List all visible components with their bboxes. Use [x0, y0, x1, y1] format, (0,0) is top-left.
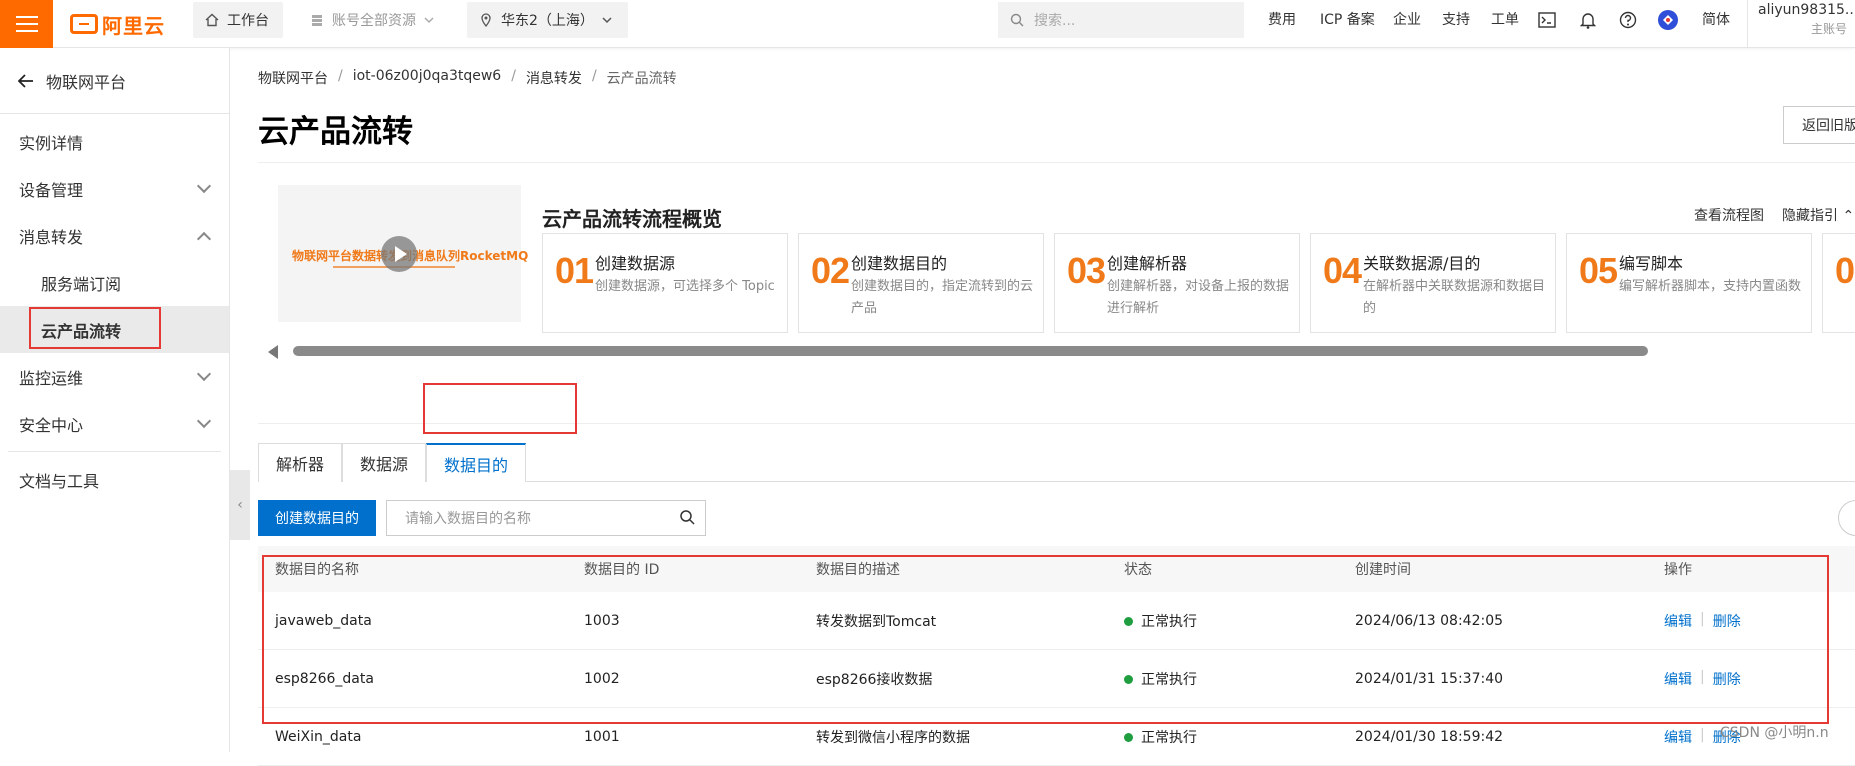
highlight-box-sidebar — [29, 307, 161, 349]
step-card: 01 创建数据源 创建数据源，可选择多个 Topic — [542, 233, 788, 333]
edit-link[interactable]: 编辑 — [1664, 727, 1692, 747]
sidebar-item-message-forwarding[interactable]: 消息转发 — [0, 212, 229, 259]
arrow-left-icon — [18, 73, 33, 88]
breadcrumb-separator: / — [591, 68, 597, 84]
terminal-icon[interactable] — [1536, 9, 1558, 31]
create-destination-button[interactable]: 创建数据目的 — [258, 500, 376, 536]
chevron-up-icon — [196, 231, 212, 246]
resource-icon — [312, 15, 322, 26]
hide-guide-toggle[interactable]: 隐藏指引 ⌃ — [1782, 205, 1854, 225]
chevron-left-icon: ‹ — [237, 497, 243, 513]
horizontal-scrollbar[interactable] — [268, 344, 1855, 359]
destination-name: WeiXin_data — [275, 728, 362, 745]
bell-icon[interactable] — [1577, 9, 1599, 31]
help-icon[interactable] — [1617, 9, 1639, 31]
sidebar-item-security-center[interactable]: 安全中心 — [0, 400, 229, 447]
sidebar-item-docs-tools[interactable]: 文档与工具 — [0, 456, 229, 503]
scroll-left-arrow-icon[interactable] — [268, 345, 278, 359]
chevron-down-icon — [196, 366, 212, 381]
tab-bar: 解析器 数据源 数据目的 — [258, 443, 1855, 482]
destination-search-input[interactable]: 请输入数据目的名称 — [386, 500, 706, 536]
chevron-down-icon — [196, 178, 212, 193]
chevron-down-icon — [602, 17, 612, 24]
play-icon[interactable] — [381, 236, 417, 272]
breadcrumb-item[interactable]: 消息转发 — [526, 68, 582, 88]
breadcrumb-separator: / — [511, 68, 516, 84]
chevron-down-icon — [424, 17, 434, 24]
action-divider: | — [1700, 726, 1705, 743]
step-card: 0 — [1822, 233, 1855, 333]
link-billing[interactable]: 费用 — [1268, 0, 1296, 40]
top-navbar: 阿里云 工作台 账号全部资源 华东2（上海） 搜索... 费用 ICP 备案 企… — [0, 0, 1855, 48]
destination-id: 1001 — [584, 728, 620, 745]
tab-data-source[interactable]: 数据源 — [342, 443, 426, 482]
tab-data-destination[interactable]: 数据目的 — [426, 443, 526, 482]
back-to-old-version-button[interactable]: 返回旧版 — [1783, 106, 1855, 144]
link-support[interactable]: 支持 — [1442, 0, 1470, 40]
link-icp[interactable]: ICP 备案 — [1320, 0, 1375, 40]
view-flowchart-link[interactable]: 查看流程图 — [1694, 205, 1764, 225]
sidebar: 物联网平台 实例详情 设备管理 消息转发 服务端订阅 云产品流转 监控运维 安全… — [0, 48, 230, 752]
destination-desc: 转发到微信小程序的数据 — [816, 729, 970, 746]
region-selector[interactable]: 华东2（上海） — [467, 2, 628, 38]
sidebar-divider — [8, 451, 221, 452]
refresh-icon[interactable] — [1838, 500, 1855, 536]
table-toolbar: 创建数据目的 请输入数据目的名称 — [258, 500, 1855, 536]
workbench-button[interactable]: 工作台 — [193, 2, 283, 38]
sidebar-item-monitoring[interactable]: 监控运维 — [0, 353, 229, 400]
watermark: CSDN @小明n.n — [1720, 725, 1829, 741]
breadcrumb-item[interactable]: iot-06z00j0qa3tqew6 — [353, 68, 502, 88]
logo-icon — [70, 14, 98, 34]
step-card: 02 创建数据目的 创建数据目的，指定流转到的云产品 — [798, 233, 1044, 333]
chevron-up-icon: ⌃ — [1842, 208, 1855, 224]
step-card: 05 编写脚本 编写解析器脚本，支持内置函数 — [1566, 233, 1812, 333]
highlight-box-table — [262, 555, 1829, 724]
tab-parser[interactable]: 解析器 — [258, 443, 342, 482]
sidebar-item-server-subscription[interactable]: 服务端订阅 — [0, 259, 229, 306]
account-resources-dropdown[interactable]: 账号全部资源 — [298, 2, 448, 38]
search-icon[interactable] — [679, 509, 695, 525]
breadcrumb: 物联网平台 / iot-06z00j0qa3tqew6 / 消息转发 / 云产品流转 — [258, 68, 677, 88]
assistant-icon[interactable] — [1657, 9, 1679, 31]
location-icon — [481, 13, 491, 27]
breadcrumb-current: 云产品流转 — [606, 71, 677, 87]
user-role: 主账号 — [1810, 22, 1847, 36]
breadcrumb-separator: / — [338, 68, 343, 84]
menu-icon[interactable] — [0, 0, 53, 48]
chevron-down-icon — [196, 413, 212, 428]
home-icon — [205, 13, 219, 27]
sidebar-item-instance-details[interactable]: 实例详情 — [0, 118, 229, 165]
highlight-box-tab — [423, 383, 577, 434]
guide-title: 云产品流转流程概览 — [542, 207, 722, 231]
sidebar-item-device-management[interactable]: 设备管理 — [0, 165, 229, 212]
language-switch[interactable]: 简体 — [1702, 0, 1730, 40]
link-enterprise[interactable]: 企业 — [1393, 0, 1421, 40]
global-search-input[interactable]: 搜索... — [998, 2, 1244, 38]
sidebar-collapse-toggle[interactable]: ‹ — [230, 470, 250, 540]
scrollbar-thumb[interactable] — [293, 346, 1648, 356]
step-card: 03 创建解析器 创建解析器，对设备上报的数据进行解析 — [1054, 233, 1300, 333]
user-account-menu[interactable]: aliyun98315... 主账号 — [1747, 0, 1855, 48]
status-badge: 正常执行 — [1124, 727, 1197, 747]
page-title: 云产品流转 — [258, 114, 413, 150]
link-ticket[interactable]: 工单 — [1491, 0, 1519, 40]
guide-links: 查看流程图 隐藏指引 ⌃ — [1694, 205, 1854, 225]
created-time: 2024/01/30 18:59:42 — [1355, 728, 1504, 745]
aliyun-logo[interactable]: 阿里云 — [70, 12, 165, 38]
step-card: 04 关联数据源/目的 在解析器中关联数据源和数据目的 — [1310, 233, 1556, 333]
search-icon — [1010, 13, 1024, 27]
breadcrumb-item[interactable]: 物联网平台 — [258, 68, 328, 88]
video-thumbnail[interactable]: 物联网平台数据转发到消息队列RocketMQ — [278, 185, 528, 322]
user-name: aliyun98315... — [1758, 2, 1855, 18]
sidebar-back-link[interactable]: 物联网平台 — [0, 48, 229, 114]
status-dot-icon — [1124, 733, 1133, 742]
